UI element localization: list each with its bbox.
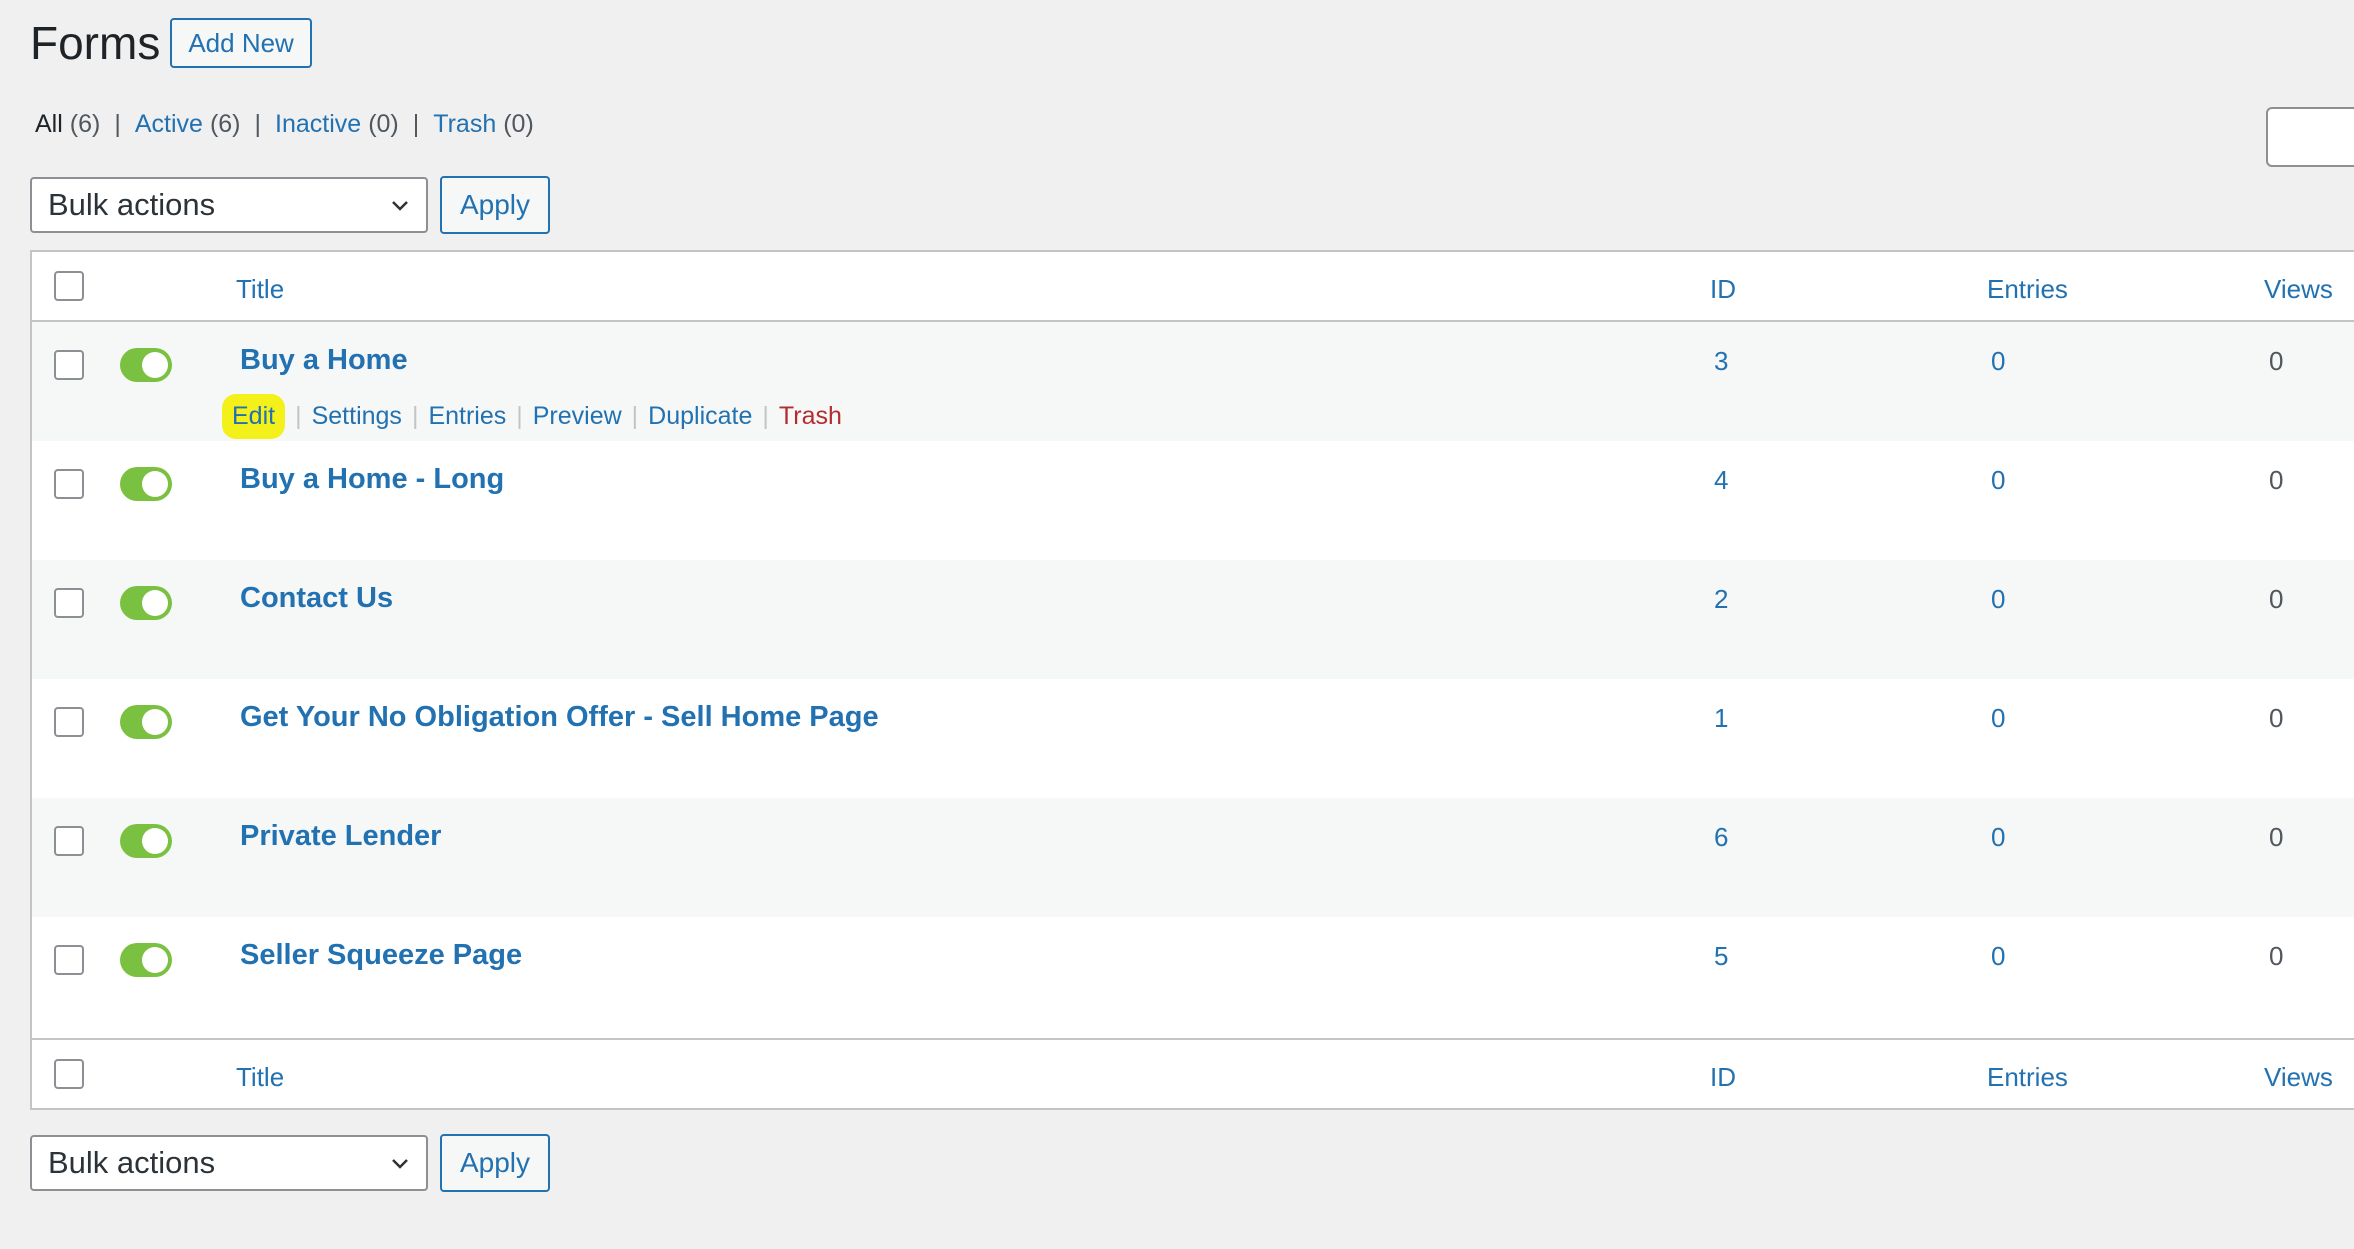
active-toggle[interactable] [120, 705, 172, 739]
form-id[interactable]: 2 [1714, 584, 1728, 615]
form-title-link[interactable]: Get Your No Obligation Offer - Sell Home… [240, 701, 879, 734]
bulk-actions-select[interactable]: Bulk actions [30, 1135, 428, 1191]
form-views: 0 [2269, 941, 2284, 971]
filter-all-label: All [35, 110, 63, 138]
column-views[interactable]: Views [2264, 274, 2333, 305]
table-row: Contact Us 2 0 0 [32, 560, 2354, 679]
filter-trash-count: (0) [503, 110, 534, 138]
filter-inactive-label[interactable]: Inactive [275, 110, 361, 139]
apply-button[interactable]: Apply [440, 1134, 550, 1192]
apply-button[interactable]: Apply [440, 176, 550, 234]
row-checkbox[interactable] [54, 588, 84, 618]
filter-separator: | [412, 110, 420, 138]
action-separator: | [762, 402, 769, 430]
filter-separator: | [114, 110, 121, 138]
form-views: 0 [2269, 465, 2284, 495]
form-entries[interactable]: 0 [1991, 703, 2005, 734]
forms-table: Title ID Entries Views Buy a Home 3 0 0 … [30, 250, 2354, 1110]
table-row: Private Lender 6 0 0 [32, 798, 2354, 917]
filter-separator: | [254, 110, 262, 138]
row-checkbox[interactable] [54, 469, 84, 499]
table-header: Title ID Entries Views [32, 252, 2354, 322]
form-entries[interactable]: 0 [1991, 941, 2005, 972]
filter-active-label[interactable]: Active [135, 110, 203, 139]
filter-trash[interactable]: Trash (0) [433, 110, 534, 139]
form-entries[interactable]: 0 [1991, 822, 2005, 853]
row-actions: Edit | Settings | Entries | Preview | Du… [222, 394, 842, 439]
form-views: 0 [2269, 822, 2284, 852]
table-row: Get Your No Obligation Offer - Sell Home… [32, 679, 2354, 798]
form-id[interactable]: 1 [1714, 703, 1728, 734]
row-checkbox[interactable] [54, 826, 84, 856]
form-id[interactable]: 4 [1714, 465, 1728, 496]
bulk-actions-select[interactable]: Bulk actions [30, 177, 428, 233]
chevron-down-icon [392, 201, 408, 211]
action-separator: | [295, 402, 302, 430]
column-entries[interactable]: Entries [1987, 274, 2068, 305]
entries-link[interactable]: Entries [428, 402, 506, 431]
form-entries[interactable]: 0 [1991, 584, 2005, 615]
action-separator: | [411, 402, 419, 430]
filter-active-count: (6) [209, 110, 241, 138]
filter-all[interactable]: All (6) [35, 110, 100, 139]
filter-all-count: (6) [69, 110, 101, 138]
form-title-link[interactable]: Seller Squeeze Page [240, 939, 522, 972]
column-id[interactable]: ID [1710, 274, 1736, 305]
form-title-link[interactable]: Private Lender [240, 820, 441, 853]
action-separator: | [631, 402, 639, 430]
form-id[interactable]: 3 [1714, 346, 1728, 377]
trash-link[interactable]: Trash [779, 402, 842, 431]
column-views[interactable]: Views [2264, 1062, 2333, 1093]
action-separator: | [516, 402, 523, 430]
tablenav-top: Bulk actions Apply [30, 176, 550, 234]
row-checkbox[interactable] [54, 945, 84, 975]
page-title: Forms [30, 17, 161, 69]
form-views: 0 [2269, 584, 2284, 614]
duplicate-link[interactable]: Duplicate [648, 402, 752, 431]
table-row: Seller Squeeze Page 5 0 0 [32, 917, 2354, 1036]
form-title-link[interactable]: Contact Us [240, 582, 393, 615]
table-row: Buy a Home - Long 4 0 0 [32, 441, 2354, 560]
select-all-checkbox[interactable] [54, 271, 84, 301]
filter-inactive-count: (0) [368, 110, 399, 138]
column-id[interactable]: ID [1710, 1062, 1736, 1093]
edit-link[interactable]: Edit [222, 394, 286, 439]
form-id[interactable]: 6 [1714, 822, 1728, 853]
column-title[interactable]: Title [236, 274, 284, 305]
form-title-link[interactable]: Buy a Home - Long [240, 463, 504, 496]
active-toggle[interactable] [120, 824, 172, 858]
table-row: Buy a Home 3 0 0 Edit | Settings | Entri… [32, 322, 2354, 441]
active-toggle[interactable] [120, 943, 172, 977]
tablenav-bottom: Bulk actions Apply [30, 1134, 550, 1192]
page-header: Forms Add New [30, 18, 312, 68]
table-footer: Title ID Entries Views [32, 1038, 2354, 1108]
search-input[interactable] [2266, 107, 2354, 167]
active-toggle[interactable] [120, 586, 172, 620]
form-views: 0 [2269, 346, 2284, 376]
settings-link[interactable]: Settings [312, 402, 402, 431]
active-toggle[interactable] [120, 467, 172, 501]
row-checkbox[interactable] [54, 350, 84, 380]
add-new-button[interactable]: Add New [170, 18, 312, 68]
status-filters: All (6) | Active (6) | Inactive (0) | Tr… [35, 110, 534, 139]
preview-link[interactable]: Preview [533, 402, 622, 431]
form-views: 0 [2269, 703, 2284, 733]
bulk-actions-label: Bulk actions [48, 187, 216, 222]
filter-inactive[interactable]: Inactive (0) [275, 110, 399, 139]
filter-active[interactable]: Active (6) [135, 110, 241, 139]
column-title[interactable]: Title [236, 1062, 284, 1093]
row-checkbox[interactable] [54, 707, 84, 737]
form-entries[interactable]: 0 [1991, 346, 2005, 377]
chevron-down-icon [392, 1159, 408, 1169]
form-id[interactable]: 5 [1714, 941, 1728, 972]
column-entries[interactable]: Entries [1987, 1062, 2068, 1093]
form-title-link[interactable]: Buy a Home [240, 344, 408, 377]
select-all-checkbox[interactable] [54, 1059, 84, 1089]
active-toggle[interactable] [120, 348, 172, 382]
filter-trash-label[interactable]: Trash [433, 110, 496, 139]
form-entries[interactable]: 0 [1991, 465, 2005, 496]
bulk-actions-label: Bulk actions [48, 1145, 216, 1180]
